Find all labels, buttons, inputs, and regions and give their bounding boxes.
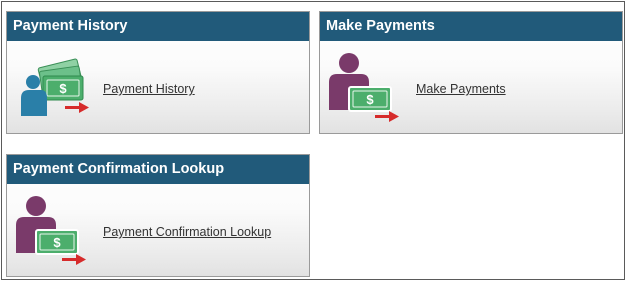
- tile-title: Make Payments: [320, 12, 622, 41]
- panel-frame: Payment History $ Payment History Make P…: [1, 1, 625, 280]
- tile-title: Payment History: [7, 12, 309, 41]
- tile-payment-confirmation-lookup: Payment Confirmation Lookup $ Payment Co…: [6, 154, 310, 277]
- svg-text:$: $: [53, 235, 61, 250]
- payment-history-link[interactable]: Payment History: [103, 82, 195, 96]
- tile-make-payments: Make Payments $ Make Payments: [319, 11, 623, 134]
- tile-title: Payment Confirmation Lookup: [7, 155, 309, 184]
- person-cash-icon: $: [19, 52, 91, 123]
- svg-text:$: $: [59, 81, 67, 96]
- person-payment-icon: $: [14, 195, 90, 270]
- payment-confirmation-lookup-link[interactable]: Payment Confirmation Lookup: [103, 225, 271, 239]
- svg-text:$: $: [366, 92, 374, 107]
- tile-payment-history: Payment History $ Payment History: [6, 11, 310, 134]
- person-payment-icon: $: [327, 52, 403, 127]
- make-payments-link[interactable]: Make Payments: [416, 82, 506, 96]
